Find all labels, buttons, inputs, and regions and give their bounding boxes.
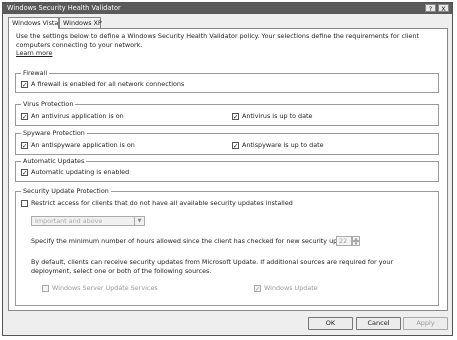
close-button[interactable]: X (438, 4, 449, 13)
spyware-group: Spyware Protection ✓ An antispyware appl… (15, 129, 439, 155)
firewall-group-title: Firewall (21, 69, 50, 77)
severity-dropdown[interactable]: Important and above ▼ (31, 216, 145, 226)
antispyware-checkbox-label: An antispyware application is on (31, 141, 135, 149)
severity-dropdown-value: Important and above (35, 217, 103, 225)
autoupdate-checkbox[interactable]: ✓ (21, 169, 28, 176)
virus-group: Virus Protection ✓ An antivirus applicat… (15, 100, 439, 126)
hours-spinner[interactable]: ▲ ▼ (352, 236, 360, 246)
windows-update-label: Windows Update (264, 284, 318, 292)
cancel-button[interactable]: Cancel (356, 317, 401, 330)
sources-note: By default, clients can receive security… (31, 258, 394, 275)
firewall-checkbox[interactable]: ✓ (21, 81, 28, 88)
antispyware-uptodate-label: Antispyware is up to date (242, 141, 324, 149)
help-button[interactable]: ? (425, 4, 436, 13)
antivirus-checkbox-label: An antivirus application is on (31, 112, 124, 120)
security-updates-group-title: Security Update Protection (21, 187, 111, 195)
tab-windows-xp[interactable]: Windows XP (59, 17, 102, 28)
autoupdate-checkbox-label: Automatic updating is enabled (31, 168, 130, 176)
hours-label: Specify the minimum number of hours allo… (31, 237, 358, 245)
restrict-access-label: Restrict access for clients that do not … (31, 199, 293, 207)
antivirus-uptodate-checkbox[interactable]: ✓ (232, 113, 239, 120)
hours-input[interactable]: 22 (336, 236, 352, 246)
virus-group-title: Virus Protection (21, 100, 76, 108)
restrict-access-checkbox[interactable] (21, 200, 28, 207)
dialog-window: Windows Security Health Validator ? X Wi… (2, 2, 453, 336)
antispyware-uptodate-checkbox[interactable]: ✓ (232, 142, 239, 149)
ok-button[interactable]: OK (308, 317, 353, 330)
antivirus-uptodate-label: Antivirus is up to date (242, 112, 313, 120)
window-title: Windows Security Health Validator (7, 4, 121, 12)
firewall-group: Firewall ✓ A firewall is enabled for all… (15, 69, 439, 93)
spin-down-icon[interactable]: ▼ (352, 241, 360, 246)
autoupdate-group: Automatic Updates ✓ Automatic updating i… (15, 157, 439, 182)
autoupdate-group-title: Automatic Updates (21, 157, 87, 165)
tab-panel: Use the settings below to define a Windo… (8, 28, 448, 311)
wsus-label: Windows Server Update Services (52, 284, 158, 292)
antispyware-checkbox[interactable]: ✓ (21, 142, 28, 149)
spyware-group-title: Spyware Protection (21, 129, 87, 137)
chevron-down-icon: ▼ (134, 217, 144, 225)
title-bar: Windows Security Health Validator ? X (3, 3, 452, 14)
firewall-checkbox-label: A firewall is enabled for all network co… (31, 80, 185, 88)
apply-button[interactable]: Apply (403, 317, 448, 330)
intro-text: Use the settings below to define a Windo… (16, 32, 420, 49)
wsus-checkbox[interactable] (42, 285, 49, 292)
learn-more-link[interactable]: Learn more (16, 49, 52, 57)
tab-windows-vista[interactable]: Windows Vista (8, 17, 59, 29)
windows-update-checkbox[interactable]: ✓ (254, 285, 261, 292)
antivirus-checkbox[interactable]: ✓ (21, 113, 28, 120)
security-updates-group: Security Update Protection Restrict acce… (15, 187, 439, 306)
